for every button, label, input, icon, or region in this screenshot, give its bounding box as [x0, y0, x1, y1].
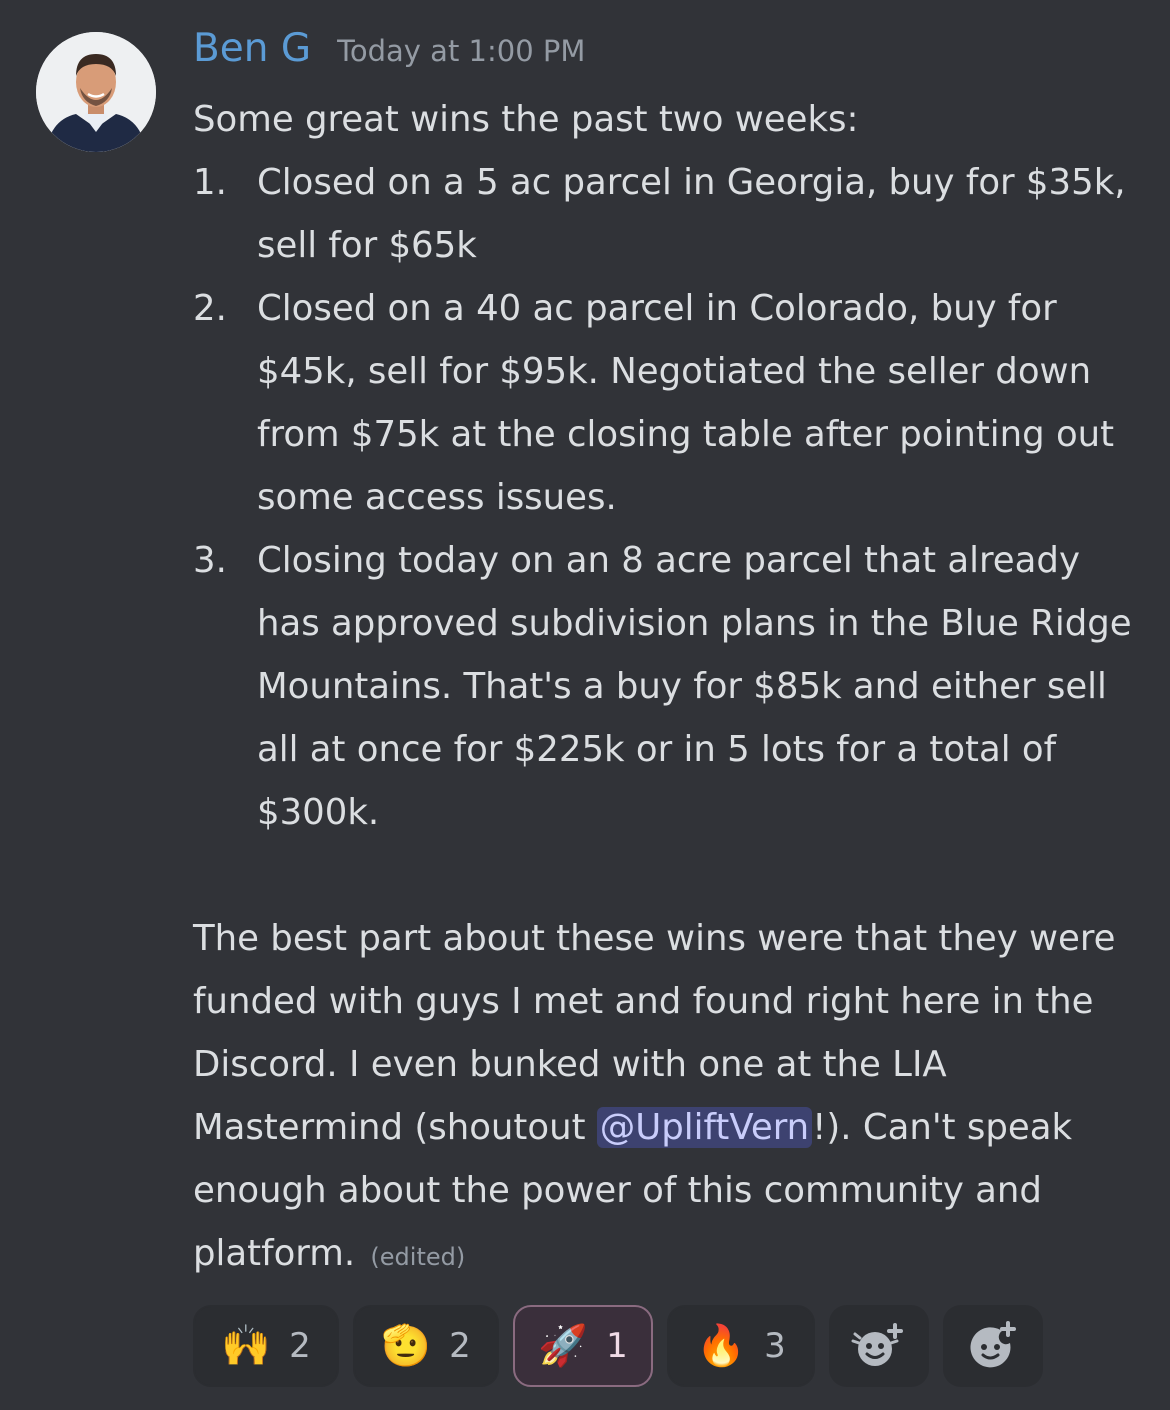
rocket-icon: 🚀 [538, 1323, 589, 1369]
edited-label: (edited) [370, 1243, 466, 1271]
reaction-rocket[interactable]: 🚀 1 [513, 1305, 653, 1387]
reaction-count: 3 [764, 1326, 786, 1366]
fire-icon: 🔥 [696, 1323, 747, 1369]
message-intro: Some great wins the past two weeks: [193, 99, 859, 140]
reactions-bar: 🙌 2 🫡 2 🚀 1 🔥 3 [193, 1305, 1043, 1387]
avatar-photo [36, 32, 156, 152]
message-outro: The best part about these wins were that… [193, 907, 1143, 1289]
reaction-saluting-face[interactable]: 🫡 2 [353, 1305, 499, 1387]
avatar[interactable] [36, 32, 156, 152]
message-content: Some great wins the past two weeks: 1. C… [193, 88, 1143, 1289]
reaction-fire[interactable]: 🔥 3 [667, 1305, 815, 1387]
user-mention[interactable]: @UpliftVern [596, 1107, 813, 1148]
reaction-count: 2 [289, 1326, 311, 1366]
list-item-number: 2. [193, 288, 227, 329]
add-reaction-button[interactable] [943, 1305, 1043, 1387]
username[interactable]: Ben G [193, 26, 311, 71]
add-reaction-icon [970, 1321, 1016, 1368]
saluting-face-icon: 🫡 [381, 1323, 432, 1369]
list-item: 3. Closing today on an 8 acre parcel tha… [193, 529, 1143, 844]
reaction-count: 1 [606, 1326, 628, 1366]
add-super-reaction-button[interactable] [829, 1305, 929, 1387]
list-item-number: 1. [193, 162, 227, 203]
list-item-text: Closed on a 40 ac parcel in Colorado, bu… [257, 288, 1115, 518]
timestamp: Today at 1:00 PM [337, 34, 586, 68]
list-item-number: 3. [193, 540, 227, 581]
reaction-count: 2 [449, 1326, 471, 1366]
reaction-raising-hands[interactable]: 🙌 2 [193, 1305, 339, 1387]
list-item-text: Closing today on an 8 acre parcel that a… [257, 540, 1132, 833]
message-header: Ben G Today at 1:00 PM [193, 26, 585, 71]
list-item: 2. Closed on a 40 ac parcel in Colorado,… [193, 277, 1143, 529]
wins-list: 1. Closed on a 5 ac parcel in Georgia, b… [193, 151, 1143, 844]
raising-hands-icon: 🙌 [221, 1323, 272, 1369]
list-item-text: Closed on a 5 ac parcel in Georgia, buy … [257, 162, 1126, 266]
list-item: 1. Closed on a 5 ac parcel in Georgia, b… [193, 151, 1143, 277]
super-reaction-icon [851, 1323, 903, 1366]
